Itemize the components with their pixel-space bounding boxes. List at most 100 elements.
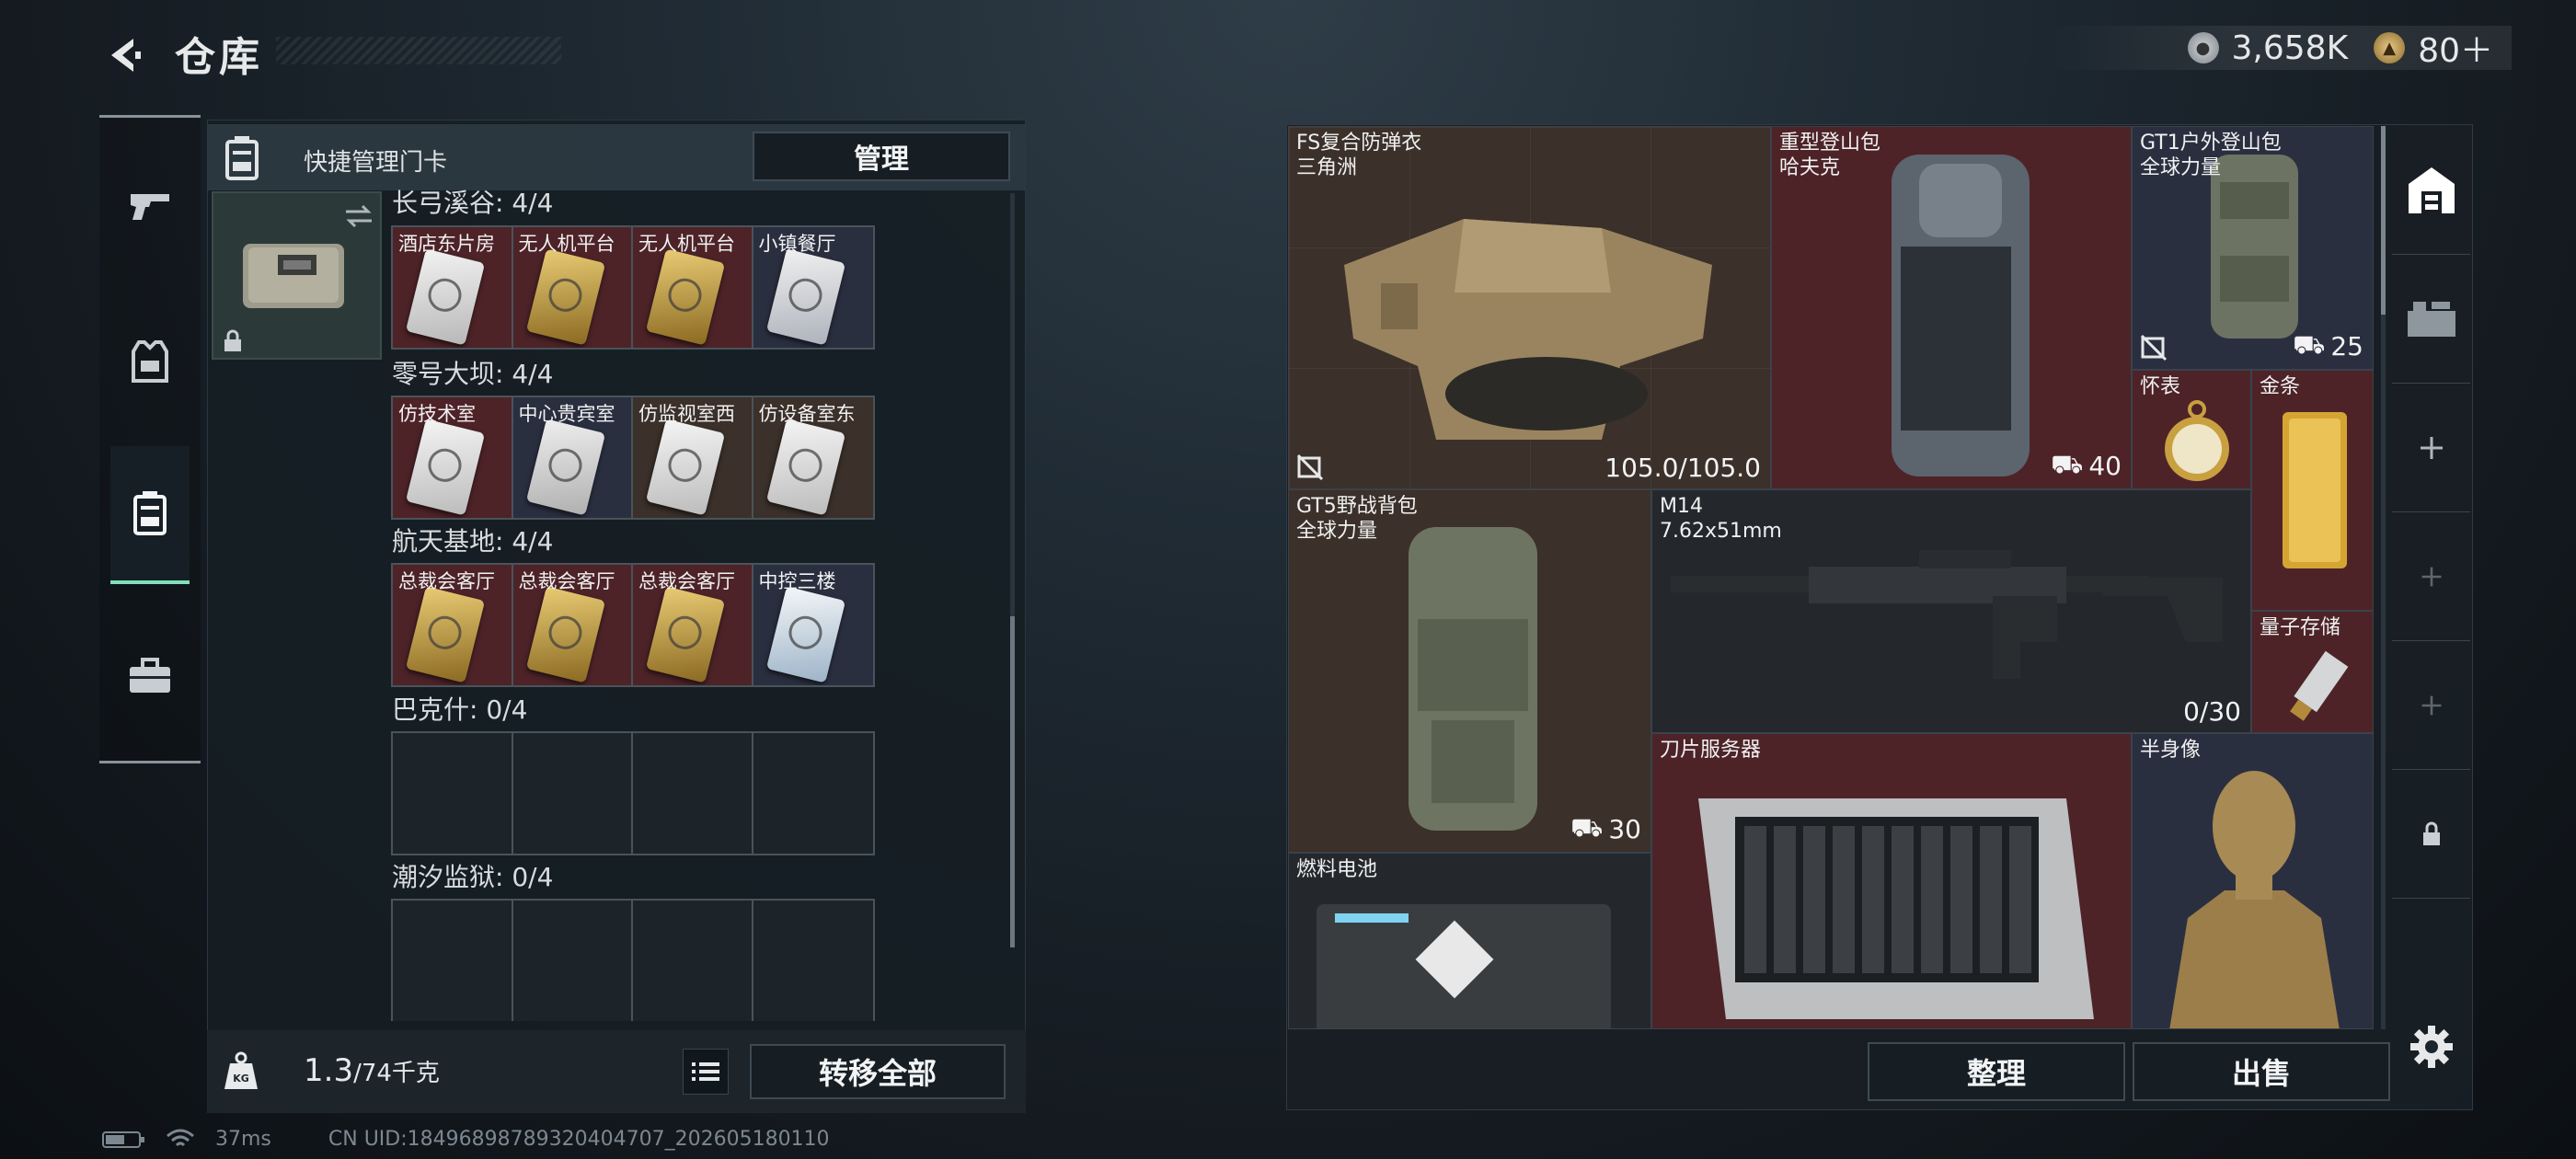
page-title: 仓库 [175,34,263,81]
tab-weapons[interactable] [99,138,201,276]
weight-max: /74千克 [353,1060,440,1087]
stash-tab-home[interactable] [2392,126,2470,255]
swap-icon[interactable] [342,202,375,230]
settings-button[interactable] [2406,1021,2457,1073]
stash-scrollbar-thumb[interactable] [2381,126,2386,315]
no-insure-icon [1296,453,1324,481]
item-gold-bar[interactable]: 金条 [2251,370,2374,611]
empty-slot[interactable] [393,733,513,854]
keycard-label: 中控三楼 [758,570,836,592]
group-title: 零号大坝: 4/4 [392,359,554,389]
usb-drive-image [2290,650,2349,721]
armor-vest-image [1344,219,1712,440]
keycard-label: 无人机平台 [638,233,735,255]
weapon-rack-icon [2407,301,2455,337]
backpack-capacity-icon: ⛟ [2051,449,2084,479]
quick-manage-label: 快捷管理门卡 [304,149,448,177]
keycard-slot[interactable]: 小镇餐厅 [753,227,873,348]
player-uid: CN UID:18496898789320404707_202605180110 [328,1128,830,1151]
keycard-slot[interactable]: 总裁会客厅 [512,565,633,685]
add-stash-page-button[interactable] [2392,512,2470,641]
locked-stash-page[interactable] [2392,770,2470,899]
keycard-image [525,248,605,346]
keycard-slot[interactable]: 中心贵宾室 [512,397,633,518]
keycard-slot[interactable]: 无人机平台 [512,227,633,348]
stash-tab-2[interactable] [2392,255,2470,384]
group-title: 巴克什: 0/4 [392,694,528,725]
item-name: M14 7.62x51mm [1660,495,1782,543]
token-icon: ▲ [2374,32,2406,63]
add-stash-page-button[interactable] [2392,384,2470,512]
item-blade-server[interactable]: 刀片服务器 [1651,733,2132,1029]
back-button[interactable] [97,28,152,83]
manage-button[interactable]: 管理 [753,132,1010,181]
item-fuel-cell[interactable]: 燃料电池 [1288,853,1651,1029]
keycard-slot[interactable]: 仿监视室西 [633,397,753,518]
item-pocket-watch[interactable]: 怀表 [2132,370,2251,489]
token-amount[interactable]: 80＋ [2418,24,2493,72]
capacity-value: ⛟ 25 [2293,329,2363,363]
keycard-label: 仿监视室西 [638,403,735,425]
keycard-image [405,419,486,516]
tab-containers[interactable] [99,607,201,745]
keycard-image [405,586,486,683]
transfer-all-button[interactable]: 转移全部 [750,1044,1006,1099]
keycard-grid-4 [391,899,875,1021]
gold-bar-image [2283,412,2347,568]
group-title: 长弓溪谷: 4/4 [392,189,554,218]
empty-slot[interactable] [633,901,753,1021]
capacity-value: ⛟ 30 [1570,812,1641,846]
item-name: 怀表 [2140,375,2181,398]
empty-slot[interactable] [633,733,753,854]
keycard-slot[interactable]: 中控三楼 [753,565,873,685]
keycard-label: 小镇餐厅 [758,233,836,255]
capacity-value: ⛟ 40 [2051,449,2122,483]
back-arrow-icon [111,39,141,72]
keycard-scrollbar-thumb[interactable] [1010,616,1015,947]
keycard-slot[interactable]: 无人机平台 [633,227,753,348]
empty-slot[interactable] [513,901,633,1021]
keycard-case-slot[interactable] [212,191,382,360]
item-bust[interactable]: 半身像 [2132,733,2374,1029]
weight-icon: KG [213,1041,269,1100]
keycard-slot[interactable]: 总裁会客厅 [393,565,513,685]
sort-button[interactable]: 整理 [1868,1042,2125,1101]
item-quantum-storage[interactable]: 量子存储 [2251,611,2374,733]
svg-text:KG: KG [233,1073,249,1084]
pocket-watch-image [2165,400,2229,481]
add-stash-page-button[interactable] [2392,641,2470,770]
keycard-image [765,248,845,346]
bust-image [2169,771,2340,1028]
ping-value: 37ms [215,1128,271,1151]
item-heavy-backpack[interactable]: 重型登山包 哈夫克 ⛟ 40 [1771,126,2132,489]
keycard-slot[interactable]: 仿设备室东 [753,397,873,518]
rifle-image [1671,550,2223,679]
keycard-groups: 长弓溪谷: 4/4 酒店东片房 无人机平台 无人机平台 小镇餐厅 零号大坝: 4… [386,189,1021,1021]
item-m14-rifle[interactable]: M14 7.62x51mm 0/30 [1651,489,2251,733]
keycard-slot[interactable]: 总裁会客厅 [633,565,753,685]
vest-icon [132,340,168,383]
no-insure-icon [2140,334,2168,361]
heavy-backpack-image [1892,155,2030,476]
keycard-label: 总裁会客厅 [398,570,495,592]
empty-slot[interactable] [393,901,513,1021]
list-view-button[interactable] [683,1049,729,1095]
item-gt5-backpack[interactable]: GT5野战背包 全球力量 ⛟ 30 [1288,489,1651,853]
keycard-label: 总裁会客厅 [638,570,735,592]
sell-button[interactable]: 出售 [2133,1042,2390,1101]
keycard-image [645,248,726,346]
empty-slot[interactable] [753,901,874,1021]
tab-equipment[interactable] [99,293,201,430]
backpack-capacity-icon: ⛟ [2293,329,2326,360]
keycard-label: 酒店东片房 [398,233,495,255]
item-armor-vest[interactable]: FS复合防弹衣 三角洲 105.0/105.0 [1288,126,1771,489]
empty-slot[interactable] [513,733,633,854]
keycard-grid-0: 酒店东片房 无人机平台 无人机平台 小镇餐厅 [391,225,875,350]
item-gt1-backpack[interactable]: GT1户外登山包 全球力量 ⛟ 25 [2132,126,2374,370]
tab-keycards[interactable] [110,446,190,584]
keycard-slot[interactable]: 仿技术室 [393,397,513,518]
keycard-slot[interactable]: 酒店东片房 [393,227,513,348]
empty-slot[interactable] [753,733,874,854]
keycard-image [765,419,845,516]
keycard-grid-3 [391,731,875,855]
